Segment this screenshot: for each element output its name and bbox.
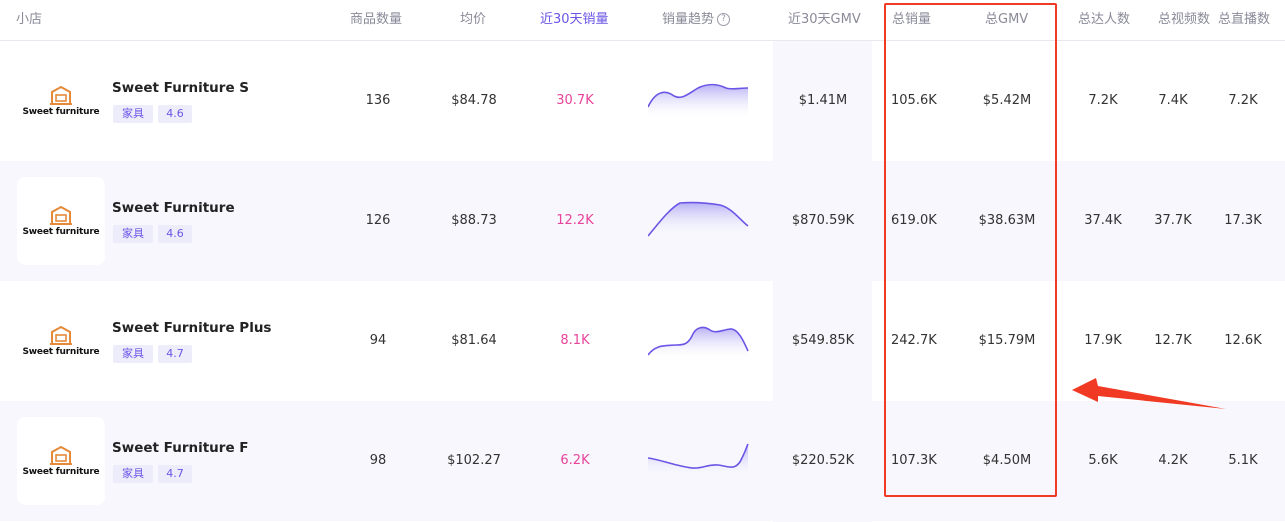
- total-videos: 37.7K: [1154, 213, 1192, 228]
- total-videos: 12.7K: [1154, 333, 1192, 348]
- header-sales-30d[interactable]: 近30天销量: [540, 0, 609, 40]
- table-header: 小店 商品数量 均价 近30天销量 销量趋势? 近30天GMV 总销量 总GMV…: [0, 0, 1285, 41]
- avg-price: $81.64: [451, 333, 497, 348]
- shop-name[interactable]: Sweet Furniture S: [112, 80, 249, 96]
- total-lives: 5.1K: [1228, 453, 1258, 468]
- category-tag: 家具: [113, 225, 153, 243]
- sales-trend-sparkline: [648, 443, 749, 478]
- logo-text: Sweet furniture: [22, 466, 100, 477]
- category-tag: 家具: [113, 465, 153, 483]
- gmv-30d: $870.59K: [791, 213, 855, 228]
- shop-logo[interactable]: Sweet furniture: [17, 417, 105, 505]
- total-videos: 4.2K: [1158, 453, 1188, 468]
- sales-30d: 8.1K: [560, 333, 590, 348]
- header-sales-trend-label: 销量趋势: [662, 12, 715, 27]
- avg-price: $84.78: [451, 93, 497, 108]
- sales-30d: 30.7K: [556, 93, 594, 108]
- shop-name[interactable]: Sweet Furniture F: [112, 440, 249, 456]
- header-avg-price[interactable]: 均价: [460, 0, 486, 40]
- product-count: 126: [365, 213, 391, 228]
- sofa-logo-icon: [48, 445, 74, 466]
- header-total-videos[interactable]: 总视频数: [1158, 0, 1210, 40]
- header-product-count[interactable]: 商品数量: [350, 0, 402, 40]
- sales-trend-sparkline: [648, 326, 749, 360]
- sales-30d: 6.2K: [560, 453, 590, 468]
- rating-tag: 4.6: [158, 105, 192, 123]
- logo-text: Sweet furniture: [22, 346, 100, 357]
- rating-tag: 4.7: [158, 345, 192, 363]
- red-arrow-annotation: [1072, 378, 1226, 409]
- total-lives: 17.3K: [1224, 213, 1262, 228]
- sales-30d: 12.2K: [556, 213, 594, 228]
- total-videos: 7.4K: [1158, 93, 1188, 108]
- logo-text: Sweet furniture: [22, 106, 100, 117]
- highlight-box: [884, 3, 1057, 497]
- sofa-logo-icon: [48, 85, 74, 106]
- help-icon[interactable]: ?: [717, 13, 731, 26]
- total-lives: 12.6K: [1224, 333, 1262, 348]
- total-creators: 37.4K: [1084, 213, 1122, 228]
- sofa-logo-icon: [48, 205, 74, 226]
- product-count: 136: [365, 93, 391, 108]
- shop-logo[interactable]: Sweet furniture: [17, 177, 105, 265]
- header-gmv-30d[interactable]: 近30天GMV: [788, 0, 861, 40]
- total-lives: 7.2K: [1228, 93, 1258, 108]
- sofa-logo-icon: [48, 325, 74, 346]
- avg-price: $88.73: [451, 213, 497, 228]
- rating-tag: 4.7: [158, 465, 192, 483]
- total-creators: 5.6K: [1088, 453, 1118, 468]
- header-shop: 小店: [16, 12, 43, 27]
- category-tag: 家具: [113, 345, 153, 363]
- product-count: 94: [369, 333, 387, 348]
- category-tag: 家具: [113, 105, 153, 123]
- total-creators: 17.9K: [1084, 333, 1122, 348]
- shop-name[interactable]: Sweet Furniture Plus: [112, 320, 271, 336]
- header-total-lives[interactable]: 总直播数: [1218, 0, 1270, 40]
- logo-text: Sweet furniture: [22, 226, 100, 237]
- gmv-30d: $549.85K: [791, 333, 855, 348]
- total-creators: 7.2K: [1088, 93, 1118, 108]
- product-count: 98: [369, 453, 387, 468]
- sales-trend-sparkline: [648, 201, 749, 238]
- avg-price: $102.27: [447, 453, 501, 468]
- rating-tag: 4.6: [158, 225, 192, 243]
- shop-logo[interactable]: Sweet furniture: [17, 57, 105, 145]
- gmv-30d: $1.41M: [798, 93, 848, 108]
- sales-trend-sparkline: [648, 83, 749, 120]
- header-sales-trend: 销量趋势?: [662, 0, 731, 40]
- header-total-creators[interactable]: 总达人数: [1078, 0, 1130, 40]
- shop-logo[interactable]: Sweet furniture: [17, 297, 105, 385]
- shop-name[interactable]: Sweet Furniture: [112, 200, 235, 216]
- gmv-30d: $220.52K: [791, 453, 855, 468]
